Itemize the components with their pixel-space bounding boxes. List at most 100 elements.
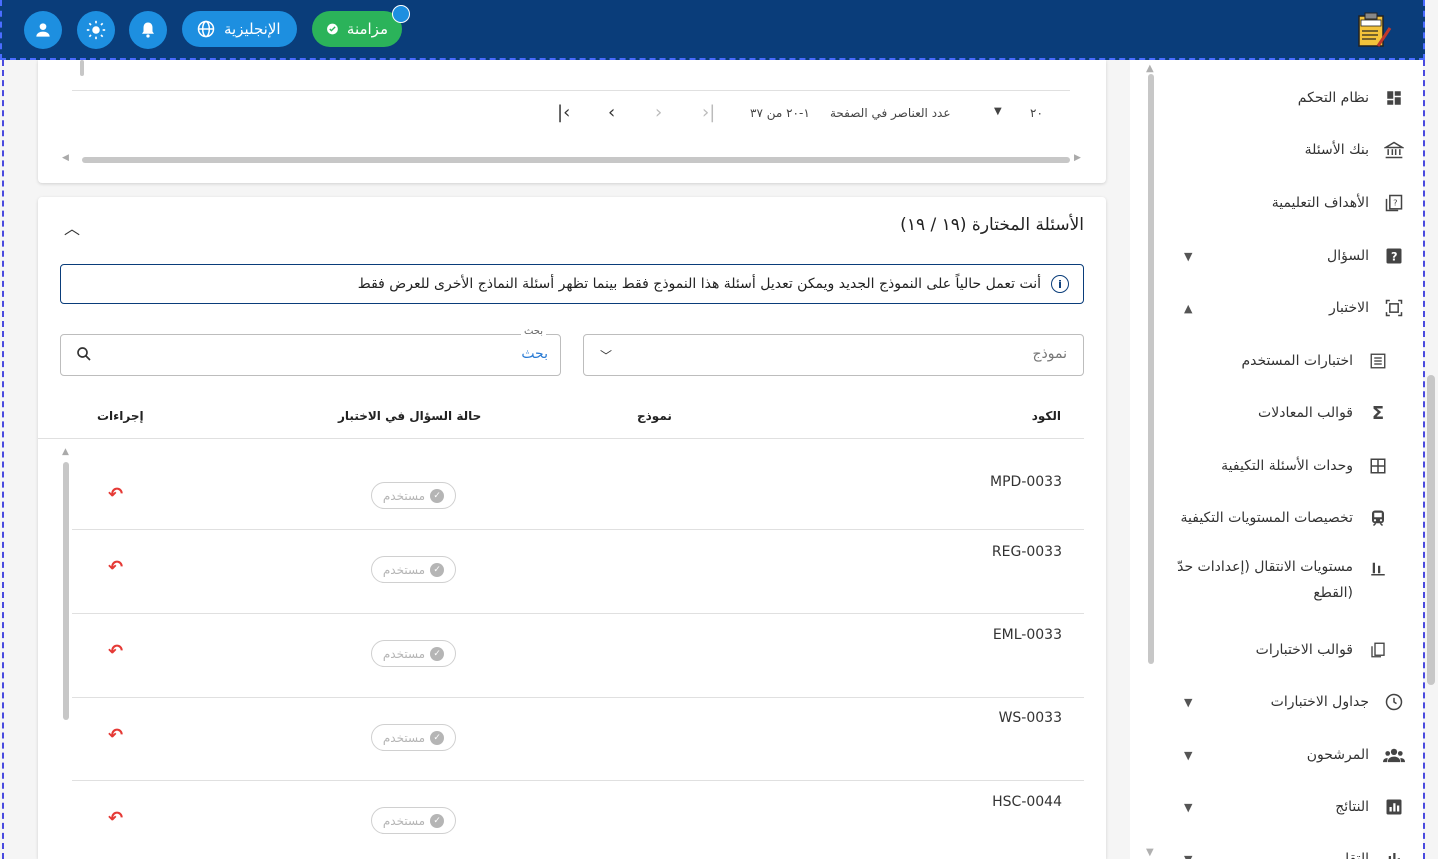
table-row[interactable]: WS-0033 مستخدم ✓ ↶ (72, 697, 1084, 781)
table-row[interactable]: EML-0033 مستخدم ✓ ↶ (72, 614, 1084, 698)
scroll-up-icon[interactable]: ▲ (62, 447, 69, 457)
undo-icon[interactable]: ↶ (108, 557, 123, 578)
first-page-icon[interactable]: |‹ (557, 102, 570, 123)
svg-text:?: ? (1393, 198, 1397, 208)
rows-vertical-scrollbar[interactable] (63, 462, 69, 720)
search-label: بحث (520, 326, 546, 337)
check-icon: ✓ (430, 562, 445, 577)
sidebar-item-label: بنك الأسئلة (1304, 142, 1369, 158)
column-header-code[interactable]: الكود (1032, 409, 1061, 423)
sidebar-item-dashboard[interactable]: نظام التحكم (1298, 78, 1405, 118)
previous-page-icon[interactable]: ‹ (608, 102, 615, 123)
user-icon (36, 23, 50, 37)
search-input[interactable]: بحث بحث (60, 326, 561, 376)
sidebar-item-user-exams[interactable]: اختبارات المستخدم (1241, 341, 1389, 381)
sidebar-scroll-down-icon[interactable]: ▼ (1146, 847, 1154, 858)
sidebar-nav: ▲ ▼ نظام التحكم بنك الأسئلة الأهداف التع… (1130, 60, 1423, 859)
questions-table-card: ٢٠ ▼ عدد العناصر في الصفحة ١-٢٠ من ٣٧ ›|… (38, 60, 1106, 183)
notifications-button[interactable] (129, 11, 167, 49)
check-icon: ✓ (430, 646, 445, 661)
column-header-status[interactable]: حالة السؤال في الاختبار (338, 409, 481, 423)
page-scrollbar[interactable] (1427, 375, 1435, 685)
sidebar-item-label: الاختبار (1328, 300, 1369, 316)
undo-icon[interactable]: ↶ (108, 808, 123, 829)
table-row[interactable]: HSC-0044 مستخدم ✓ ↶ (72, 781, 1084, 859)
model-select-placeholder: نموذج (1032, 346, 1068, 362)
language-button[interactable]: الإنجليزية (182, 11, 297, 47)
sidebar-item-label: تخصيصات المستويات التكيفية (1180, 510, 1353, 526)
sidebar-item-question-bank[interactable]: بنك الأسئلة (1305, 130, 1405, 170)
table-horizontal-scrollbar[interactable] (82, 157, 1070, 163)
check-circle-icon (327, 23, 338, 35)
top-app-bar: الإنجليزية مزامنة (0, 0, 1425, 60)
selected-questions-card: الأسئلة المختارة (١٩ / ١٩) ︿ أنت تعمل حا… (38, 197, 1106, 859)
sidebar-item-label: اختبارات المستخدم (1241, 353, 1353, 369)
undo-icon[interactable]: ↶ (108, 641, 123, 662)
sidebar-item-transition-levels[interactable]: مستويات الانتقال (إعدادات حدّ القطع) (1177, 554, 1389, 610)
chevron-down-icon[interactable]: ▼ (1184, 853, 1192, 859)
table-row[interactable]: MPD-0033 مستخدم ✓ ↶ (72, 446, 1084, 530)
sidebar-item-results[interactable]: النتائج (1335, 787, 1405, 827)
page-size-dropdown-icon[interactable]: ▼ (994, 106, 1002, 117)
people-icon (1383, 744, 1405, 766)
divider (72, 90, 1070, 91)
next-page-icon[interactable]: › (655, 102, 662, 123)
report-icon (1383, 848, 1405, 859)
last-page-icon[interactable]: ›| (702, 102, 715, 123)
grid-icon (1367, 455, 1389, 477)
sidebar-item-adaptive-units[interactable]: وحدات الأسئلة التكيفية (1221, 446, 1389, 486)
table-row[interactable]: REG-0033 مستخدم ✓ ↶ (72, 530, 1084, 614)
model-select[interactable]: نموذج ﹀ (583, 334, 1084, 376)
scroll-left-icon[interactable]: ◀ (62, 153, 69, 163)
check-icon: ✓ (430, 813, 445, 828)
undo-icon[interactable]: ↶ (108, 484, 123, 505)
sidebar-item-equation-templates[interactable]: قوالب المعادلات Σ (1258, 393, 1389, 433)
sidebar-item-adaptive-levels[interactable]: تخصيصات المستويات التكيفية (1181, 498, 1389, 538)
sidebar-item-objectives[interactable]: الأهداف التعليمية ? (1272, 183, 1405, 223)
chevron-up-icon[interactable]: ︿ (64, 215, 80, 239)
sidebar-item-exam-schedules[interactable]: جداول الاختبارات (1271, 682, 1405, 722)
sidebar-item-reports[interactable]: التقارير (1327, 839, 1405, 859)
sync-label: مزامنة (346, 20, 388, 38)
sidebar-scroll-up-icon[interactable]: ▲ (1146, 63, 1154, 74)
chevron-down-icon[interactable]: ▼ (1184, 749, 1192, 762)
undo-icon[interactable]: ↶ (108, 725, 123, 746)
sigma-icon: Σ (1371, 402, 1385, 424)
theme-toggle-button[interactable] (77, 11, 115, 49)
question-code: HSC-0044 (992, 794, 1062, 810)
sidebar-item-question[interactable]: السؤال ? (1327, 236, 1405, 276)
chevron-down-icon: ﹀ (600, 349, 613, 363)
header-divider (38, 438, 1084, 439)
search-icon[interactable] (75, 345, 93, 367)
sidebar-item-candidates[interactable]: المرشحون (1307, 735, 1405, 775)
column-header-model[interactable]: نموذج (637, 409, 672, 423)
search-value: بحث (521, 346, 548, 362)
sidebar-scrollbar[interactable] (1148, 74, 1154, 664)
info-text: أنت تعمل حالياً على النموذج الجديد ويمكن… (357, 276, 1041, 292)
check-icon: ✓ (430, 730, 445, 745)
section-title: الأسئلة المختارة (١٩ / ١٩) (900, 215, 1084, 235)
page-range: ١-٢٠ من ٣٧ (750, 106, 810, 120)
sync-button[interactable]: مزامنة (312, 11, 402, 47)
chevron-down-icon[interactable]: ▼ (1184, 801, 1192, 814)
page-size-value[interactable]: ٢٠ (1030, 106, 1043, 120)
question-icon: ? (1383, 245, 1405, 267)
sun-icon (86, 20, 106, 40)
chevron-up-icon[interactable]: ▲ (1184, 302, 1192, 315)
sidebar-item-label: المرشحون (1306, 747, 1369, 763)
dashboard-icon (1383, 87, 1405, 109)
check-icon: ✓ (430, 488, 445, 503)
scroll-right-icon[interactable]: ▶ (1074, 153, 1081, 163)
sidebar-item-exam-templates[interactable]: قوالب الاختبارات (1256, 630, 1389, 670)
profile-button[interactable] (24, 11, 62, 49)
transit-icon (1367, 507, 1389, 529)
chevron-down-icon[interactable]: ▼ (1184, 696, 1192, 709)
chevron-down-icon[interactable]: ▼ (1184, 250, 1192, 263)
sidebar-item-exam[interactable]: الاختبار (1329, 288, 1405, 328)
sidebar-item-label: النتائج (1335, 799, 1369, 815)
status-text: مستخدم (382, 730, 426, 745)
svg-text:?: ? (1391, 251, 1398, 264)
table-vertical-scrollbar[interactable] (80, 60, 84, 76)
question-code: MPD-0033 (990, 474, 1062, 490)
status-text: مستخدم (382, 562, 426, 577)
